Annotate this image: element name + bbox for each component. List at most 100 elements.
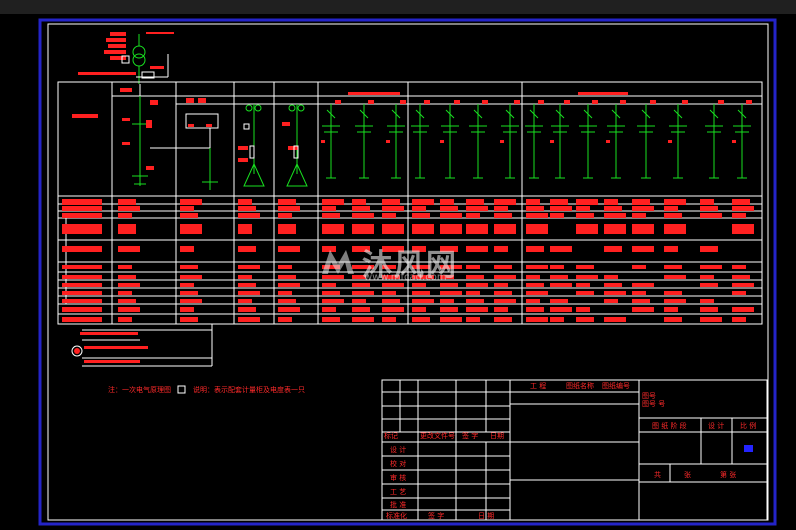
table-cell-mark [604,199,618,205]
table-cell-mark [664,291,682,295]
table-cell-mark [494,307,508,312]
table-cell-mark [382,275,400,279]
table-cell-mark [466,213,480,218]
table-cell-mark [278,246,300,252]
table-cell-mark [118,317,132,322]
table-cell-mark [118,283,140,287]
table-cell-mark [278,224,296,234]
table-cell-mark [238,283,256,287]
table-cell-mark [466,199,484,205]
table-cell-mark [382,265,396,269]
table-cell-mark [632,246,654,252]
feeder-tag [606,140,610,143]
table-cell-mark [180,317,198,322]
note-2: 说明：表示配套计量柜及电度表一只 [193,385,305,394]
table-cell-mark [466,265,480,269]
table-cell-mark [382,307,404,312]
table-cell-mark [180,199,202,205]
tb-sign-design: 设 计 [390,445,406,454]
table-cell-mark [382,283,404,287]
feeder-tag [335,100,341,104]
tb-sign-approve: 批 准 [390,500,406,509]
table-cell-mark [352,283,370,287]
table-cell-mark [632,283,654,287]
table-cell-mark [322,199,344,205]
table-cell-mark [352,199,366,205]
table-cell-mark [412,317,430,322]
tb-hdr-date: 日期 [490,432,504,440]
table-cell-mark [382,206,404,211]
table-cell-mark [494,246,508,252]
table-cell-mark [494,213,512,218]
table-cell-mark [412,307,426,312]
table-cell-mark [412,291,430,295]
table-cell-mark [632,199,650,205]
table-cell-mark [278,199,296,205]
table-cell-mark [526,265,548,269]
table-cell-mark [322,265,340,269]
table-cell-mark [440,213,462,218]
tb-drawing-no: 图纸编号 [602,381,630,390]
table-cell-mark [466,224,488,234]
table-cell-mark [664,317,682,322]
table-cell-mark [412,265,430,269]
feeder-tag [550,140,554,143]
tb-total: 共 [654,470,661,479]
table-cell-mark [550,317,564,322]
table-cell-mark [632,224,654,234]
legend-block [71,324,213,367]
note-1: 注：一次电气原理图 [108,385,171,394]
table-cell-mark [62,275,102,279]
table-cell-mark [576,307,590,312]
window-top-strip [0,0,796,14]
table-cell-mark [118,307,140,312]
table-cell-mark [238,224,252,234]
title-block-blue-mark [744,445,753,452]
tb-sign-standard: 标准化 [386,511,407,520]
table-cell-mark [238,199,252,205]
table-cell-mark [278,317,292,322]
table-cell-mark [412,275,434,279]
feeder-tag [454,100,460,104]
table-cell-mark [664,213,682,218]
table-cell-mark [352,307,370,312]
feeder-tag [682,100,688,104]
table-cell-mark [322,246,336,252]
title-block-grid [381,379,768,521]
table-cell-mark [118,291,132,295]
table-cell-mark [278,299,296,303]
table-cell-mark [664,246,678,252]
table-cell-mark [62,213,102,218]
tb-sheet-no: 第 张 [720,470,736,479]
tb-side-a: 图号 [642,392,656,400]
table-cell-mark [382,246,404,252]
table-cell-mark [322,275,344,279]
feeder-tag [440,140,444,143]
tb-stage: 图 纸 阶 段 [652,421,687,430]
table-cell-mark [632,291,646,295]
feeder-tag [732,140,736,143]
table-cell-mark [440,307,458,312]
table-cell-mark [466,275,484,279]
table-cell-mark [604,317,626,322]
tb-bottom-date: 日 期 [478,512,494,520]
table-cell-mark [550,265,564,269]
table-cell-mark [466,206,488,211]
table-cell-mark [382,224,404,234]
table-cell-mark [62,317,102,322]
data-table-grid [57,195,763,325]
table-cell-mark [440,199,454,205]
table-cell-mark [440,283,458,287]
table-cell-mark [526,224,548,234]
feeder-tag [500,140,504,143]
table-cell-mark [440,246,458,252]
table-cell-mark [118,206,140,211]
table-cell-mark [700,213,722,218]
table-cell-mark [382,317,396,322]
table-cell-mark [494,206,508,211]
table-cell-mark [576,317,594,322]
incoming-cabinet [132,96,148,186]
table-cell-mark [576,275,598,279]
table-cell-mark [526,275,540,279]
single-line-diagram: 注：一次电气原理图 说明：表示配套计量柜及电度表一只 工 程 图纸名称 图纸编号… [38,18,777,526]
